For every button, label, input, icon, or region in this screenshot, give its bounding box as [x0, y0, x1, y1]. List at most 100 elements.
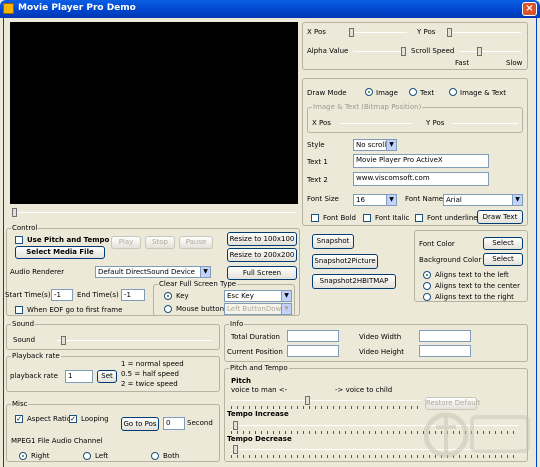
scroll-speed-thumb[interactable]: [477, 47, 482, 56]
text2-input[interactable]: www.viscomsoft.com: [353, 172, 489, 186]
snapshot2picture-button[interactable]: Snapshot2Picture: [312, 254, 378, 269]
mode-both-radio[interactable]: [449, 88, 457, 96]
text1-input[interactable]: Movie Player Pro ActiveX: [353, 154, 489, 168]
draw-text-button[interactable]: Draw Text: [477, 210, 523, 224]
aspect-ratio-checkbox[interactable]: ✓: [15, 415, 23, 423]
color-align-group: Font Color Select Background Color Selec…: [414, 230, 528, 302]
info-caption: Info: [229, 320, 245, 329]
current-position-field: [287, 345, 339, 357]
video-height-label: Video Height: [359, 348, 404, 356]
pitch-thumb[interactable]: [305, 396, 310, 405]
font-size-label: Font Size: [307, 195, 339, 203]
font-size-select[interactable]: 16 ▼: [353, 194, 397, 206]
mode-text-radio[interactable]: [409, 88, 417, 96]
sound-thumb[interactable]: [61, 336, 66, 345]
style-label: Style: [307, 141, 325, 149]
mode-both-label: Image & Text: [460, 89, 506, 97]
seek-track: [12, 212, 296, 213]
font-bold-checkbox[interactable]: [311, 214, 319, 222]
go-to-pos-button[interactable]: Go to Pos: [121, 417, 159, 431]
close-icon[interactable]: ×: [522, 2, 537, 16]
end-time-label: End Time(s): [77, 291, 119, 299]
looping-checkbox[interactable]: ✓: [69, 415, 77, 423]
play-button[interactable]: Play: [111, 236, 141, 249]
style-select[interactable]: No scroll ▼: [353, 139, 397, 151]
playback-rate-caption: Playback rate: [11, 352, 61, 361]
channel-right-radio[interactable]: [19, 452, 27, 460]
font-color-label: Font Color: [419, 240, 455, 248]
aspect-ratio-label: Aspect Ratio: [27, 415, 71, 423]
draw-group: Draw Mode Image Text Image & Text Image …: [302, 78, 528, 226]
align-right-radio[interactable]: [423, 293, 431, 301]
mouse-radio[interactable]: [164, 305, 172, 313]
snapshot-button[interactable]: Snapshot: [312, 234, 354, 249]
font-italic-label: Font Italic: [375, 214, 410, 222]
start-time-input[interactable]: -1: [51, 289, 73, 301]
resize-200-button[interactable]: Resize to 200x200: [227, 248, 297, 262]
video-height-field: [419, 345, 471, 357]
channel-both-label: Both: [163, 452, 180, 460]
alpha-track: [353, 51, 407, 52]
channel-left-radio[interactable]: [83, 452, 91, 460]
bitmap-position-group: Image & Text (Bitmap Position) X Pos Y P…: [307, 103, 523, 133]
font-underline-checkbox[interactable]: [415, 214, 423, 222]
video-display: [10, 22, 298, 204]
font-name-label: Font Name: [405, 195, 444, 203]
font-bold-label: Font Bold: [323, 214, 356, 222]
bg-color-select-button[interactable]: Select: [483, 253, 523, 266]
eof-first-checkbox[interactable]: [15, 306, 23, 314]
rate-note-half: 0.5 = half speed: [121, 370, 179, 378]
bitmap-y-track: [452, 123, 518, 124]
title-bar: Movie Player Pro Demo ×: [0, 0, 540, 18]
tempo-decrease-label: Tempo Decrease: [227, 435, 292, 443]
y-pos-thumb[interactable]: [447, 28, 452, 37]
bitmap-x-label: X Pos: [312, 119, 331, 127]
channel-both-radio[interactable]: [151, 452, 159, 460]
overlay-sliders-group: X Pos Y Pos Alpha Value Scroll Speed Fas…: [302, 22, 528, 70]
align-left-radio[interactable]: [423, 271, 431, 279]
playback-rate-input[interactable]: 1: [65, 370, 93, 383]
font-underline-label: Font underline: [427, 214, 478, 222]
select-media-button[interactable]: Select Media File: [15, 246, 105, 259]
resize-100-button[interactable]: Resize to 100x100: [227, 232, 297, 246]
go-to-pos-input[interactable]: 0: [163, 417, 185, 430]
x-pos-label: X Pos: [307, 28, 326, 36]
align-center-radio[interactable]: [423, 282, 431, 290]
chevron-down-icon: ▼: [281, 304, 291, 314]
snapshot2hbitmap-button[interactable]: Snapshot2HBITMAP: [312, 274, 396, 289]
current-position-label: Current Position: [227, 348, 283, 356]
font-italic-checkbox[interactable]: [363, 214, 371, 222]
control-group: Control Use Pitch and Tempo Select Media…: [5, 224, 300, 316]
audio-renderer-select[interactable]: Default DirectSound Device ▼: [95, 266, 211, 278]
eof-first-label: When EOF go to first frame: [27, 306, 123, 314]
bitmap-x-track: [340, 123, 412, 124]
audio-renderer-label: Audio Renderer: [10, 268, 65, 276]
second-label: Second: [187, 419, 213, 427]
use-pitch-checkbox[interactable]: [15, 236, 23, 244]
key-select[interactable]: Esc Key ▼: [224, 290, 292, 302]
tempo-decrease-thumb[interactable]: [233, 445, 238, 454]
clear-fullscreen-caption: Clear Full Screen Type: [158, 280, 238, 289]
seek-thumb[interactable]: [12, 208, 17, 217]
misc-group: Misc ✓ Aspect Ratio ✓ Looping Go to Pos …: [6, 400, 220, 462]
mouse-label: Mouse button: [176, 305, 225, 313]
alpha-thumb[interactable]: [401, 47, 406, 56]
tempo-increase-thumb[interactable]: [233, 421, 238, 430]
text1-label: Text 1: [307, 158, 328, 166]
channel-left-label: Left: [95, 452, 109, 460]
stop-button[interactable]: Stop: [145, 236, 175, 249]
video-width-field: [419, 330, 471, 342]
x-pos-thumb[interactable]: [349, 28, 354, 37]
playback-rate-set-button[interactable]: Set: [97, 370, 117, 383]
full-screen-button[interactable]: Full Screen: [227, 266, 297, 280]
font-color-select-button[interactable]: Select: [483, 237, 523, 250]
key-radio[interactable]: [164, 292, 172, 300]
mode-image-radio[interactable]: [365, 88, 373, 96]
font-name-select[interactable]: Arial ▼: [443, 194, 523, 206]
end-time-input[interactable]: -1: [121, 289, 145, 301]
fast-label: Fast: [455, 59, 470, 67]
pause-button[interactable]: Pause: [179, 236, 213, 249]
font-name-value: Arial: [446, 196, 462, 204]
sound-label: Sound: [13, 336, 36, 344]
mouse-select[interactable]: Left ButtonDown ▼: [224, 303, 292, 315]
